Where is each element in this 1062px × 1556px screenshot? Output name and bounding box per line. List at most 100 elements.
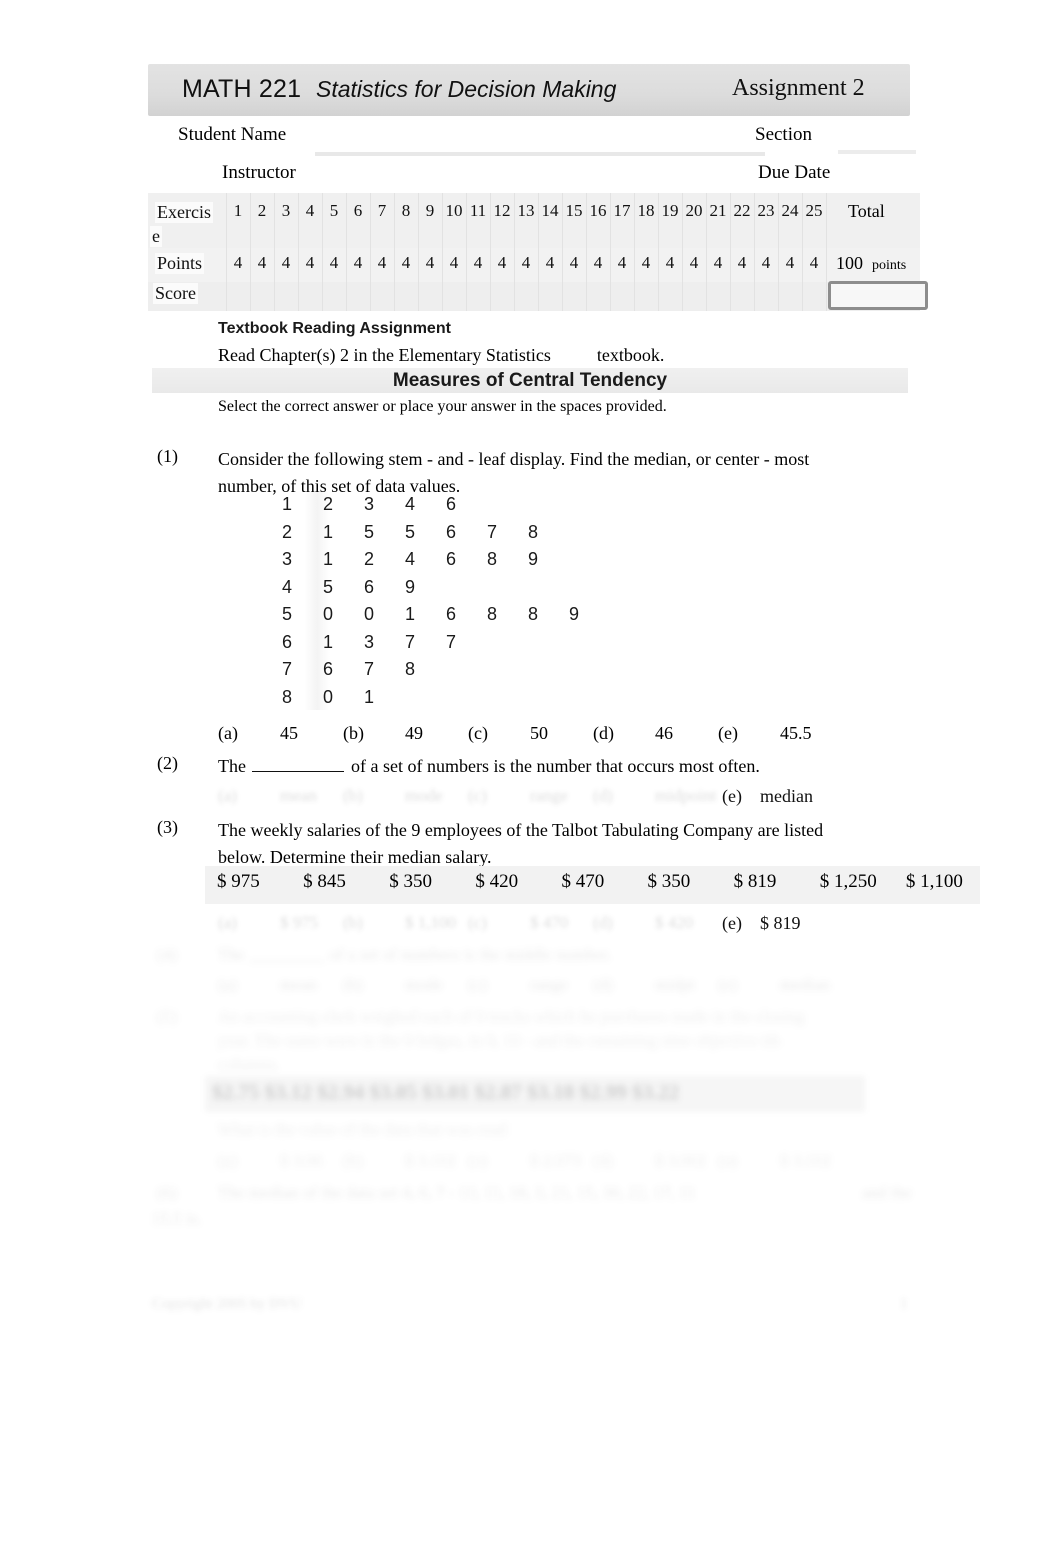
question-5-choice-letter[interactable]: (e) xyxy=(718,1151,780,1171)
question-1-choices[interactable]: (a) 45 (b) 49 (c) 50 (d) 46 (e) 45.5 xyxy=(218,723,843,744)
points-value-cell: 4 xyxy=(305,253,315,272)
question-5-choice-value[interactable]: $ 3.102 xyxy=(780,1151,843,1171)
question-4-text: The _________ of a set of numbers is the… xyxy=(218,945,612,964)
stem-leaf-row: 5 0 0 1 6 8 8 9 xyxy=(282,604,610,632)
question-1-choice-letter[interactable]: (c) xyxy=(468,723,530,744)
leaf-value: 1 xyxy=(364,686,375,707)
exercise-number-cell: 18 xyxy=(637,201,655,220)
question-5-choice-value[interactable]: $ 3.06 xyxy=(280,1151,343,1171)
question-5-choice-value[interactable]: $ 2.973 xyxy=(530,1151,593,1171)
question-4-choice-letter[interactable]: (a) xyxy=(218,975,280,995)
question-1-choice-value[interactable]: 45 xyxy=(280,723,343,744)
question-1-choice-value[interactable]: 46 xyxy=(655,723,718,744)
question-3-choice-value[interactable]: $ 1,100 xyxy=(405,913,468,933)
question-1-choice-value[interactable]: 50 xyxy=(530,723,593,744)
question-1-choice-letter[interactable]: (d) xyxy=(593,723,655,744)
salary-value: $ 350 xyxy=(647,871,691,892)
question-4-choice-value[interactable]: mean xyxy=(280,975,343,995)
question-2-choice-value[interactable]: midpoint xyxy=(655,786,718,806)
question-4-choice-value[interactable]: range xyxy=(530,975,593,995)
question-3-choices-faded[interactable]: (a) $ 975 (b) $ 1,100 (c) $ 470 (d) $ 420 xyxy=(218,913,718,933)
points-value-cell: 4 xyxy=(521,253,531,272)
points-value-cell: 4 xyxy=(377,253,387,272)
leaf-value: 9 xyxy=(569,604,580,624)
question-1-number: (1) xyxy=(157,446,178,466)
exercise-number-cell: 12 xyxy=(493,201,511,220)
question-4-choice-letter[interactable]: (d) xyxy=(593,975,655,995)
question-3-choice-value[interactable]: $ 470 xyxy=(530,913,593,933)
question-2-choice-letter[interactable]: (c) xyxy=(468,786,530,806)
question-2-choices-faded[interactable]: (a) mean (b) mode (c) range (d) midpoint xyxy=(218,786,718,806)
question-5-data-row: $2.75 $3.12 $2.94 $3.05 $3.01 $2.87 $3.1… xyxy=(212,1080,680,1104)
question-4-choice-value[interactable]: midpt xyxy=(655,975,718,995)
question-2-choice-value[interactable]: mean xyxy=(280,786,343,806)
points-value-cell: 4 xyxy=(809,253,819,272)
salary-value: $ 819 xyxy=(733,871,777,892)
stem-value: 1 xyxy=(282,494,293,514)
question-4-choices-faded[interactable]: (a) mean (b) mode (c) range (d) midpt (e) median xyxy=(218,975,843,995)
stem-value: 2 xyxy=(282,521,293,542)
question-2-choice-letter[interactable]: (d) xyxy=(593,786,655,806)
question-4-choice-letter[interactable]: (e) xyxy=(718,975,780,995)
question-2-choice-letter[interactable]: (b) xyxy=(343,786,405,806)
leaf-value: 8 xyxy=(405,659,416,679)
question-5-choice-letter[interactable]: (b) xyxy=(343,1151,405,1171)
question-2-choice-e[interactable]: (e) median xyxy=(722,786,813,807)
question-5-choices-faded[interactable]: (a) $ 3.06 (b) $ 3.102 (c) $ 2.973 (d) $ 3.002(… xyxy=(218,1151,843,1171)
question-2-answer-blank[interactable] xyxy=(252,757,345,772)
question-1-choice-letter[interactable]: (b) xyxy=(343,723,405,744)
student-name-input[interactable] xyxy=(315,152,765,156)
question-2-choice-letter[interactable]: (a) xyxy=(218,786,280,806)
question-2-choice-value[interactable]: range xyxy=(530,786,593,806)
leaf-value: 0 xyxy=(323,686,334,707)
question-5-choice-letter[interactable]: (d) xyxy=(593,1151,655,1171)
question-3-choice-letter[interactable]: (b) xyxy=(343,913,405,933)
total-score-input[interactable] xyxy=(828,281,928,310)
question-1-choice-value[interactable]: 49 xyxy=(405,723,468,744)
leaf-value: 1 xyxy=(323,549,334,569)
question-5-choice-letter[interactable]: (c) xyxy=(468,1151,530,1171)
stem-leaf-row: 1 2 3 4 6 xyxy=(282,494,610,522)
exercise-number-cell: 14 xyxy=(541,201,559,220)
question-1-choice-letter[interactable]: (e) xyxy=(718,723,780,744)
exercise-number-cell: 16 xyxy=(589,201,607,220)
course-code: MATH 221 xyxy=(182,75,302,103)
stem-leaf-row: 2 1 5 5 6 7 8 xyxy=(282,522,610,550)
stem-value: 6 xyxy=(282,631,293,652)
question-5-choice-value[interactable]: $ 3.102 xyxy=(405,1151,468,1171)
assignment-title: Assignment 2 xyxy=(732,75,865,101)
question-5-choice-value[interactable]: $ 3.002 xyxy=(655,1151,718,1171)
question-2-choice-value[interactable]: mode xyxy=(405,786,468,806)
question-4-choice-value[interactable]: mode xyxy=(405,975,468,995)
question-1-choice-value[interactable]: 45.5 xyxy=(780,723,843,744)
question-3-choice-value[interactable]: $ 420 xyxy=(655,913,718,933)
exercise-number-cell: 19 xyxy=(661,201,679,220)
question-3-choice-value[interactable]: $ 975 xyxy=(280,913,343,933)
exercise-number-cell: 11 xyxy=(469,201,487,220)
question-4-choice-letter[interactable]: (b) xyxy=(343,975,405,995)
points-value-cell: 4 xyxy=(593,253,603,272)
question-3-choice-e[interactable]: (e) $ 819 xyxy=(722,913,800,934)
question-4-choice-letter[interactable]: (c) xyxy=(468,975,530,995)
leaf-value: 6 xyxy=(446,604,457,624)
score-row-label: Score xyxy=(153,283,198,304)
question-5-choice-letter[interactable]: (a) xyxy=(218,1151,280,1171)
question-1-choice-letter[interactable]: (a) xyxy=(218,723,280,744)
question-3-choice-letter[interactable]: (a) xyxy=(218,913,280,933)
leaf-value: 4 xyxy=(405,494,416,514)
textbook-heading: Textbook Reading Assignment xyxy=(218,320,451,337)
question-5-text-line2: year. The sums were in the 9 ledges, in … xyxy=(218,1031,780,1050)
header-banner: MATH 221 Statistics for Decision Making … xyxy=(148,64,910,116)
exercise-number-cells: 1 2 3 4 5 6 7 8 9 10 11 12 13 14 15 16 17 18 19 20 21 22 23 24 2… xyxy=(226,201,826,221)
points-value-cell: 4 xyxy=(257,253,267,272)
question-3-choice-letter[interactable]: (c) xyxy=(468,913,530,933)
question-3-choice-letter[interactable]: (d) xyxy=(593,913,655,933)
leaf-value: 3 xyxy=(364,494,375,514)
points-value-cell: 4 xyxy=(233,253,243,272)
question-4-choice-value[interactable]: median xyxy=(780,975,843,995)
exercise-number-cell: 15 xyxy=(565,201,583,220)
exercise-number-cell: 3 xyxy=(281,201,291,220)
leaf-value: 0 xyxy=(364,604,375,624)
leaf-value: 4 xyxy=(405,549,416,569)
section-input[interactable] xyxy=(838,150,916,154)
